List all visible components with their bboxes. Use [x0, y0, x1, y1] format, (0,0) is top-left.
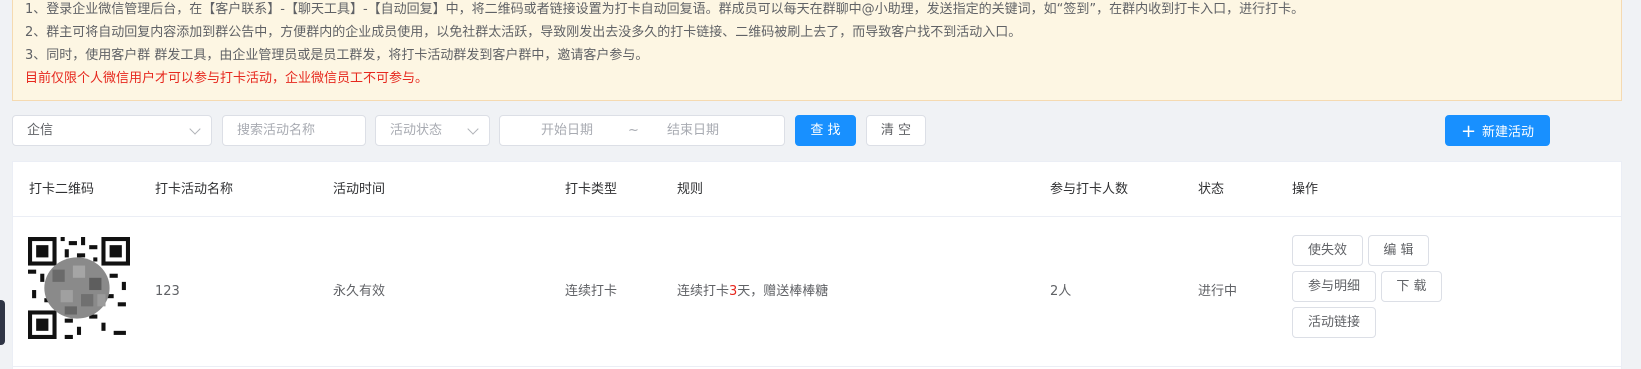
checkin-rule: 连续打卡3天，赠送棒棒糖	[677, 217, 828, 367]
edit-button[interactable]: 编 辑	[1368, 235, 1429, 266]
new-activity-button[interactable]: + 新建活动	[1445, 115, 1550, 146]
rule-suffix: 天，赠送棒棒糖	[737, 284, 829, 299]
notice-line-2: 2、群主可将自动回复内容添加到群公告中，方便群内的企业成员使用，以免社群太活跃，…	[25, 25, 1022, 40]
header-rule: 规则	[677, 182, 704, 197]
chevron-down-icon	[189, 123, 201, 135]
activity-name: 123	[155, 284, 180, 299]
status-text: 进行中	[1198, 284, 1238, 299]
source-select[interactable]: 企信	[12, 115, 212, 146]
header-status: 状态	[1198, 182, 1225, 197]
status-select[interactable]: 活动状态	[375, 115, 490, 146]
notice-line-3: 3、同时，使用客户群 群发工具，由企业管理员或是员工群发，将打卡活动群发到客户群…	[25, 48, 649, 63]
search-input-placeholder: 搜索活动名称	[237, 123, 316, 138]
header-participants: 参与打卡人数	[1050, 182, 1129, 197]
table-row: 123 永久有效 连续打卡 连续打卡3天，赠送棒棒糖 2人 进行中 使失效 编 …	[13, 217, 1621, 367]
rule-prefix: 连续打卡	[677, 284, 730, 299]
range-separator: ~	[628, 123, 639, 138]
header-time: 活动时间	[333, 182, 386, 197]
filter-toolbar: 企信 搜索活动名称 活动状态 开始日期 ~ 结束日期 查 找 清 空 + 新建活动	[12, 115, 1622, 146]
details-button[interactable]: 参与明细	[1292, 271, 1376, 302]
header-type: 打卡类型	[565, 182, 618, 197]
qr-code-image[interactable]	[28, 237, 130, 339]
participant-count: 2人	[1050, 284, 1072, 299]
search-button[interactable]: 查 找	[795, 115, 856, 146]
clear-button[interactable]: 清 空	[866, 115, 926, 146]
table-header: 打卡二维码 打卡活动名称 活动时间 打卡类型 规则 参与打卡人数 状态 操作	[13, 162, 1621, 217]
new-activity-label: 新建活动	[1482, 125, 1535, 140]
source-select-value: 企信	[27, 123, 54, 138]
activity-time: 永久有效	[333, 284, 386, 299]
notice-warning: 目前仅限个人微信用户才可以参与打卡活动，企业微信员工不可参与。	[25, 71, 429, 86]
header-actions: 操作	[1292, 182, 1319, 197]
checkin-type: 连续打卡	[565, 284, 618, 299]
plus-icon: +	[1460, 121, 1477, 142]
search-input[interactable]: 搜索活动名称	[222, 115, 366, 146]
expire-button[interactable]: 使失效	[1292, 235, 1363, 266]
header-qrcode: 打卡二维码	[29, 182, 95, 197]
end-date-placeholder: 结束日期	[667, 123, 720, 138]
chevron-down-icon	[467, 123, 479, 135]
date-range-picker[interactable]: 开始日期 ~ 结束日期	[499, 115, 785, 146]
status-select-placeholder: 活动状态	[390, 123, 443, 138]
start-date-placeholder: 开始日期	[541, 123, 594, 138]
instructions-notice: 1、登录企业微信管理后台，在【客户联系】-【聊天工具】-【自动回复】中，将二维码…	[12, 0, 1622, 101]
download-button[interactable]: 下 载	[1381, 271, 1442, 302]
notice-line-1: 1、登录企业微信管理后台，在【客户联系】-【聊天工具】-【自动回复】中，将二维码…	[25, 2, 1305, 17]
header-name: 打卡活动名称	[155, 182, 234, 197]
activity-table: 打卡二维码 打卡活动名称 活动时间 打卡类型 规则 参与打卡人数 状态 操作 1…	[12, 161, 1622, 369]
activity-link-button[interactable]: 活动链接	[1292, 307, 1376, 338]
side-drawer-handle[interactable]	[0, 300, 5, 345]
